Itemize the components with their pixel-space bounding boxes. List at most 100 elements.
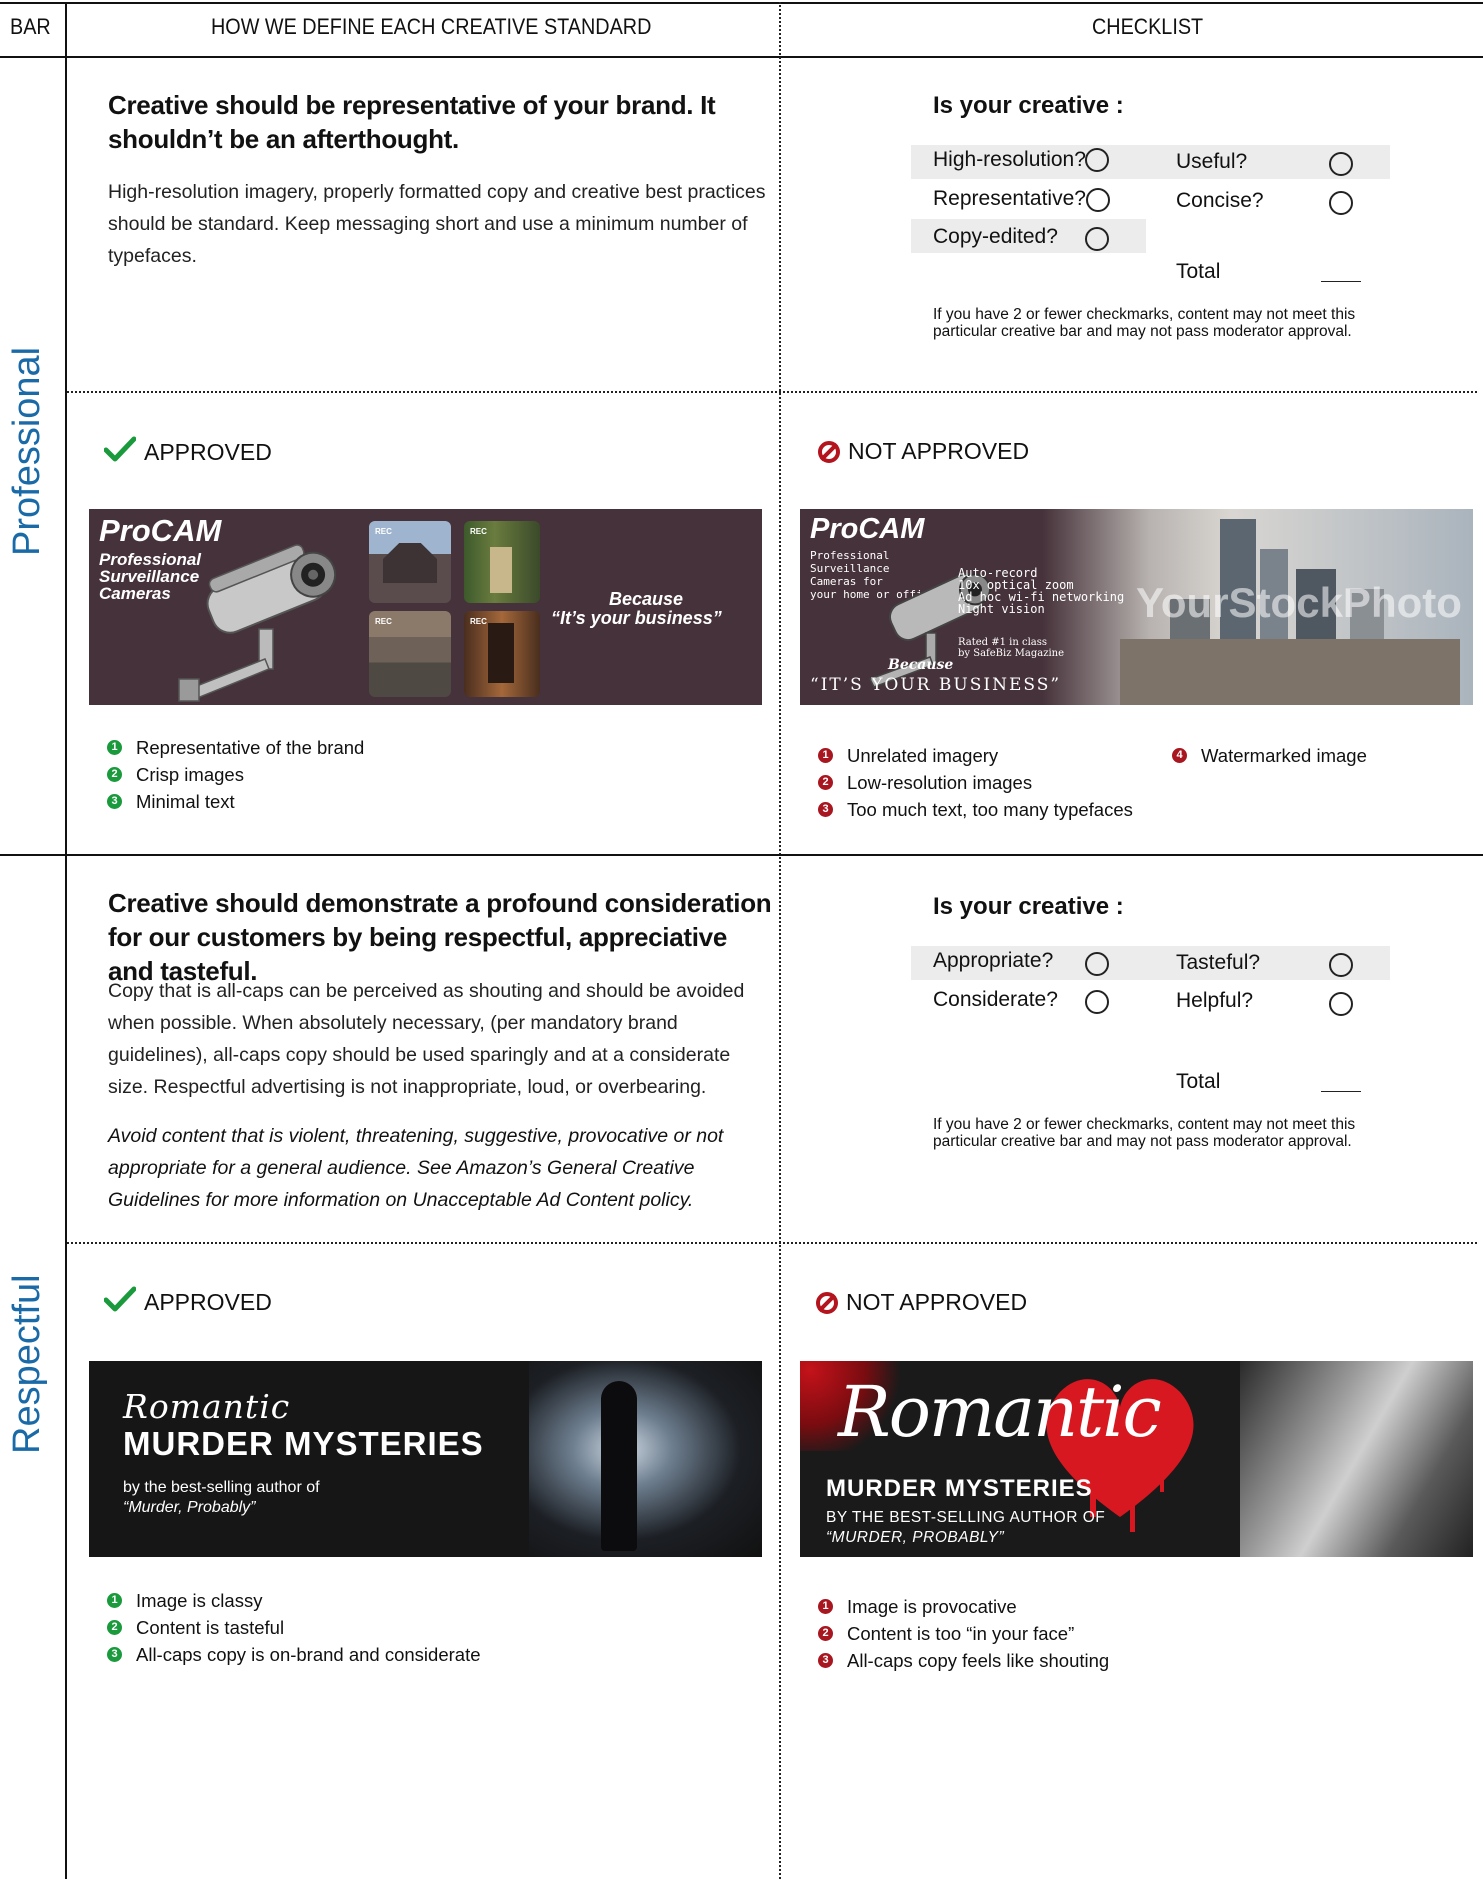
checkbox-tasteful[interactable]: [1329, 953, 1353, 977]
procam-approved-banner: ProCAM Professional Surveillance Cameras…: [89, 509, 762, 705]
checklist-item: Concise?: [1176, 189, 1264, 212]
number-badge: 1: [818, 1599, 833, 1614]
mystery-approved-banner: Romantic MURDER MYSTERIES by the best-se…: [89, 1361, 762, 1557]
checklist-item: Representative?: [933, 187, 1086, 210]
list-item: 3 Minimal text: [107, 788, 364, 815]
prohibited-icon: [816, 1291, 838, 1314]
street-photo: REC: [369, 611, 451, 697]
number-badge: 1: [818, 748, 833, 763]
list-item: 1 Image is classy: [107, 1587, 481, 1614]
number-badge: 3: [107, 1647, 122, 1662]
number-badge: 2: [107, 767, 122, 782]
respectful-italic: Avoid content that is violent, threateni…: [108, 1125, 724, 1211]
respectful-checklist-title: Is your creative :: [933, 893, 1124, 920]
list-item: 4 Watermarked image: [1172, 742, 1367, 769]
top-rule: [0, 2, 1483, 4]
banner-tagline: “IT’S YOUR BUSINESS”: [810, 675, 1062, 695]
checkbox-concise[interactable]: [1329, 191, 1353, 215]
not-approved-reasons: 1 Unrelated imagery 2 Low-resolution image…: [818, 742, 1133, 823]
header-bar: BAR: [10, 14, 51, 39]
silhouette: [601, 1381, 637, 1551]
checklist-total: Total: [1176, 260, 1221, 283]
number-badge: 4: [1172, 748, 1187, 763]
total-blank: [1321, 281, 1361, 282]
total-blank: [1321, 1091, 1361, 1092]
respectful-body: Copy that is all-caps can be perceived a…: [108, 980, 745, 1098]
checklist-total: Total: [1176, 1070, 1221, 1093]
not-approved-reasons: 1 Image is provocative 2 Content is too “i…: [818, 1593, 1109, 1674]
list-item: 3 All-caps copy feels like shouting: [818, 1647, 1109, 1674]
banner-title: MURDER MYSTERIES: [826, 1475, 1093, 1502]
checkbox-appropriate[interactable]: [1085, 952, 1109, 976]
column-divider: [779, 2, 781, 1879]
procam-not-approved-banner: YourStockPhoto ProCAM Professional Surve…: [800, 509, 1473, 705]
professional-body: High-resolution imagery, properly format…: [108, 181, 766, 267]
not-approved-label: NOT APPROVED: [818, 438, 1029, 465]
bar-column-rule: [65, 2, 67, 1879]
list-item: 2 Low-resolution images: [818, 769, 1133, 796]
banner-script: Romantic: [123, 1387, 291, 1426]
list-item: 2 Content is tasteful: [107, 1614, 481, 1641]
list-item: 1 Image is provocative: [818, 1593, 1109, 1620]
number-badge: 1: [107, 1593, 122, 1608]
banner-tag-business: “It’s your business”: [551, 608, 722, 628]
not-approved-reasons-extra: 4 Watermarked image: [1172, 742, 1367, 769]
banner-because: Because: [888, 657, 954, 673]
approved-label: APPROVED: [103, 1286, 272, 1318]
bar-label-respectful: Respectful: [6, 1274, 48, 1454]
number-badge: 3: [818, 1653, 833, 1668]
checkbox-representative[interactable]: [1086, 188, 1110, 212]
mystery-not-approved-banner: Romantic MURDER MYSTERIES BY THE BEST-SE…: [800, 1361, 1473, 1557]
number-badge: 3: [107, 794, 122, 809]
number-badge: 3: [818, 802, 833, 817]
section-rule: [0, 854, 1483, 856]
professional-divider: [67, 391, 1477, 393]
security-camera-icon: [178, 544, 337, 702]
checklist-item: Tasteful?: [1176, 951, 1261, 974]
banner-title: MURDER MYSTERIES: [123, 1425, 484, 1462]
list-item: 2 Content is too “in your face”: [818, 1620, 1109, 1647]
checkbox-copy-edited[interactable]: [1085, 227, 1109, 251]
list-item: 1 Unrelated imagery: [818, 742, 1133, 769]
bar-label-professional: Professional: [6, 346, 48, 556]
header-checklist: CHECKLIST: [1092, 14, 1204, 39]
header-define: HOW WE DEFINE EACH CREATIVE STANDARD: [211, 14, 652, 39]
approved-label: APPROVED: [103, 436, 272, 468]
checkbox-considerate[interactable]: [1085, 990, 1109, 1014]
professional-checklist-title: Is your creative :: [933, 92, 1124, 119]
header-rule: [0, 56, 1483, 58]
checklist-item: Appropriate?: [933, 949, 1054, 972]
banner-tag-because: Because: [609, 589, 684, 609]
list-item: 3 Too much text, too many typefaces: [818, 796, 1133, 823]
prohibited-icon: [818, 440, 840, 463]
not-approved-label: NOT APPROVED: [816, 1289, 1027, 1316]
list-item: 2 Crisp images: [107, 761, 364, 788]
banner-line1: by the best-selling author of: [123, 1479, 320, 1496]
banner-rated: Rated #1 in class by SafeBiz Magazine: [958, 637, 1065, 659]
professional-headline: Creative should be representative of you…: [108, 90, 716, 154]
checklist-note: If you have 2 or fewer checkmarks, conte…: [933, 306, 1356, 340]
banner-features: Auto-record 10x optical zoom Ad hoc wi-f…: [958, 566, 1125, 616]
checkbox-high-resolution[interactable]: [1085, 148, 1109, 172]
number-badge: 2: [818, 775, 833, 790]
approved-reasons: 1 Representative of the brand 2 Crisp imag…: [107, 734, 364, 815]
hallway-photo: REC: [464, 611, 540, 697]
house-photo: REC: [369, 521, 451, 603]
check-icon: [103, 1286, 137, 1318]
number-badge: 2: [107, 1620, 122, 1635]
banner-line2: “MURDER, PROBABLY”: [826, 1529, 1005, 1546]
checklist-item: Useful?: [1176, 150, 1248, 173]
banner-line2: “Murder, Probably”: [123, 1499, 256, 1516]
photo-panel: [1240, 1361, 1473, 1557]
respectful-divider: [67, 1242, 1477, 1244]
banner-script: Romantic: [838, 1371, 1162, 1453]
checklist-item: Considerate?: [933, 988, 1058, 1011]
approved-reasons: 1 Image is classy 2 Content is tasteful 3A…: [107, 1587, 481, 1668]
doorway-light: [529, 1361, 762, 1557]
list-item: 1 Representative of the brand: [107, 734, 364, 761]
checkbox-useful[interactable]: [1329, 152, 1353, 176]
checklist-note: If you have 2 or fewer checkmarks, conte…: [933, 1116, 1356, 1150]
respectful-headline: Creative should demonstrate a profound c…: [108, 888, 772, 986]
check-icon: [103, 436, 137, 468]
checkbox-helpful[interactable]: [1329, 992, 1353, 1016]
